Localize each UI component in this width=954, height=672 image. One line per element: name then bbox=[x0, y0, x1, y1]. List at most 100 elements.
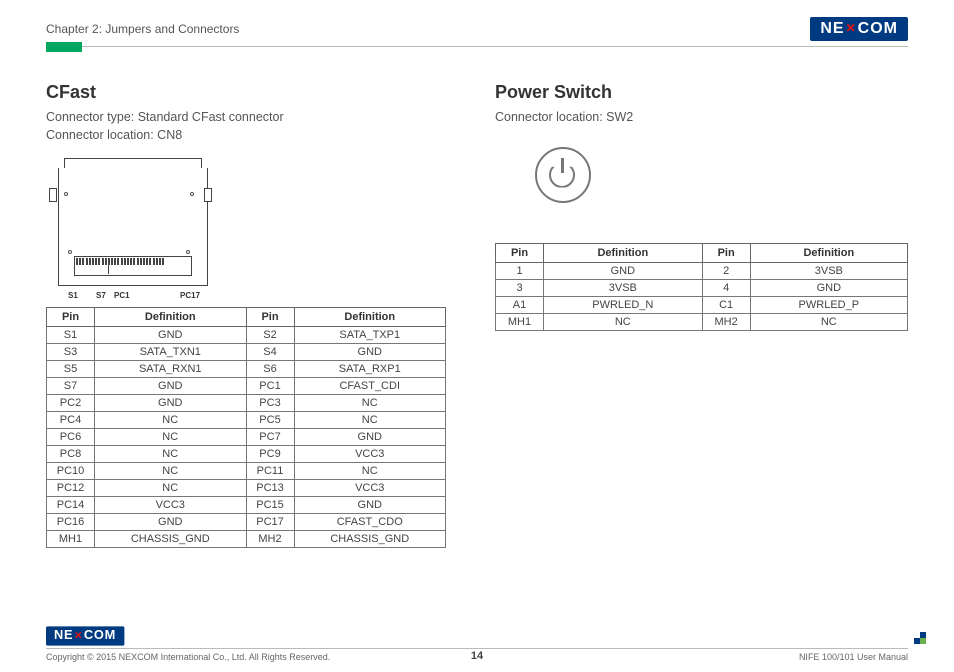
table-row: S7GNDPC1CFAST_CDI bbox=[47, 378, 446, 395]
pin-cell: 4 bbox=[702, 279, 750, 296]
table-header: Definition bbox=[95, 308, 247, 327]
pin-cell: PC16 bbox=[47, 514, 95, 531]
definition-cell: GND bbox=[750, 279, 907, 296]
table-header: Pin bbox=[702, 243, 750, 262]
cfast-pin-table: PinDefinitionPinDefinition S1GNDS2SATA_T… bbox=[46, 307, 446, 548]
pin-cell: C1 bbox=[702, 296, 750, 313]
table-row: PC2GNDPC3NC bbox=[47, 395, 446, 412]
diagram-label-pc1: PC1 bbox=[114, 291, 130, 300]
pin-cell: PC10 bbox=[47, 463, 95, 480]
definition-cell: SATA_RXN1 bbox=[95, 361, 247, 378]
header-divider bbox=[46, 46, 908, 47]
diagram-label-s1: S1 bbox=[68, 291, 78, 300]
table-row: MH1CHASSIS_GNDMH2CHASSIS_GND bbox=[47, 531, 446, 548]
power-meta: Connector location: SW2 bbox=[495, 109, 908, 127]
pin-cell: PC3 bbox=[246, 395, 294, 412]
cfast-title: CFast bbox=[46, 82, 459, 103]
pin-cell: PC17 bbox=[246, 514, 294, 531]
power-connector-location: Connector location: SW2 bbox=[495, 110, 633, 124]
table-header: Definition bbox=[750, 243, 907, 262]
pin-cell: PC2 bbox=[47, 395, 95, 412]
definition-cell: CHASSIS_GND bbox=[294, 531, 446, 548]
definition-cell: GND bbox=[294, 497, 446, 514]
definition-cell: PWRLED_P bbox=[750, 296, 907, 313]
logo-text-pre: NE bbox=[820, 20, 844, 38]
table-header: Pin bbox=[47, 308, 95, 327]
power-button-outer-circle bbox=[535, 147, 591, 203]
copyright-text: Copyright © 2015 NEXCOM International Co… bbox=[46, 652, 330, 662]
pin-cell: MH1 bbox=[47, 531, 95, 548]
pin-cell: PC11 bbox=[246, 463, 294, 480]
corner-ornament-icon bbox=[914, 632, 926, 644]
definition-cell: NC bbox=[95, 412, 247, 429]
pin-cell: MH2 bbox=[246, 531, 294, 548]
section-color-tab bbox=[46, 42, 82, 52]
logo-text-post: COM bbox=[858, 20, 898, 38]
manual-name: NIFE 100/101 User Manual bbox=[799, 652, 908, 662]
table-row: PC10NCPC11NC bbox=[47, 463, 446, 480]
definition-cell: NC bbox=[95, 480, 247, 497]
definition-cell: SATA_TXN1 bbox=[95, 344, 247, 361]
pin-cell: MH2 bbox=[702, 313, 750, 330]
definition-cell: NC bbox=[294, 395, 446, 412]
content-columns: CFast Connector type: Standard CFast con… bbox=[46, 82, 908, 548]
definition-cell: SATA_TXP1 bbox=[294, 327, 446, 344]
table-row: PC16GNDPC17CFAST_CDO bbox=[47, 514, 446, 531]
definition-cell: 3VSB bbox=[750, 262, 907, 279]
table-row: 1GND23VSB bbox=[496, 262, 908, 279]
pin-cell: S5 bbox=[47, 361, 95, 378]
definition-cell: GND bbox=[95, 327, 247, 344]
cfast-connector-type: Connector type: Standard CFast connector bbox=[46, 110, 284, 124]
chapter-label: Chapter 2: Jumpers and Connectors bbox=[46, 22, 239, 36]
definition-cell: VCC3 bbox=[294, 480, 446, 497]
definition-cell: NC bbox=[95, 463, 247, 480]
footer-logo: NE✕COM bbox=[46, 626, 124, 645]
definition-cell: 3VSB bbox=[544, 279, 703, 296]
pin-cell: 2 bbox=[702, 262, 750, 279]
cfast-section: CFast Connector type: Standard CFast con… bbox=[46, 82, 459, 548]
definition-cell: VCC3 bbox=[95, 497, 247, 514]
table-row: S1GNDS2SATA_TXP1 bbox=[47, 327, 446, 344]
diagram-label-s7: S7 bbox=[96, 291, 106, 300]
table-row: A1PWRLED_NC1PWRLED_P bbox=[496, 296, 908, 313]
table-header: Pin bbox=[246, 308, 294, 327]
pin-cell: A1 bbox=[496, 296, 544, 313]
page-number: 14 bbox=[471, 650, 483, 662]
definition-cell: NC bbox=[294, 412, 446, 429]
definition-cell: CFAST_CDO bbox=[294, 514, 446, 531]
definition-cell: GND bbox=[95, 514, 247, 531]
table-row: PC12NCPC13VCC3 bbox=[47, 480, 446, 497]
pin-cell: PC14 bbox=[47, 497, 95, 514]
pin-cell: S1 bbox=[47, 327, 95, 344]
definition-cell: SATA_RXP1 bbox=[294, 361, 446, 378]
table-row: MH1NCMH2NC bbox=[496, 313, 908, 330]
pin-cell: PC6 bbox=[47, 429, 95, 446]
definition-cell: CFAST_CDI bbox=[294, 378, 446, 395]
table-row: 33VSB4GND bbox=[496, 279, 908, 296]
pin-cell: MH1 bbox=[496, 313, 544, 330]
pin-cell: PC9 bbox=[246, 446, 294, 463]
cfast-connector-location: Connector location: CN8 bbox=[46, 128, 182, 142]
table-header: Definition bbox=[544, 243, 703, 262]
definition-cell: VCC3 bbox=[294, 446, 446, 463]
pin-cell: 1 bbox=[496, 262, 544, 279]
table-row: S3SATA_TXN1S4GND bbox=[47, 344, 446, 361]
pin-cell: S6 bbox=[246, 361, 294, 378]
power-pin-table: PinDefinitionPinDefinition 1GND23VSB33VS… bbox=[495, 243, 908, 331]
power-button-diagram bbox=[535, 147, 591, 203]
definition-cell: GND bbox=[294, 429, 446, 446]
definition-cell: NC bbox=[294, 463, 446, 480]
definition-cell: CHASSIS_GND bbox=[95, 531, 247, 548]
diagram-label-pc17: PC17 bbox=[180, 291, 200, 300]
table-header: Definition bbox=[294, 308, 446, 327]
power-switch-section: Power Switch Connector location: SW2 Pin… bbox=[495, 82, 908, 548]
definition-cell: GND bbox=[544, 262, 703, 279]
power-icon bbox=[549, 161, 577, 189]
power-title: Power Switch bbox=[495, 82, 908, 103]
logo-x-icon: ✕ bbox=[846, 21, 857, 35]
pin-cell: PC8 bbox=[47, 446, 95, 463]
definition-cell: PWRLED_N bbox=[544, 296, 703, 313]
table-row: PC8NCPC9VCC3 bbox=[47, 446, 446, 463]
brand-logo: NE✕COM bbox=[810, 17, 908, 41]
table-row: PC14VCC3PC15GND bbox=[47, 497, 446, 514]
